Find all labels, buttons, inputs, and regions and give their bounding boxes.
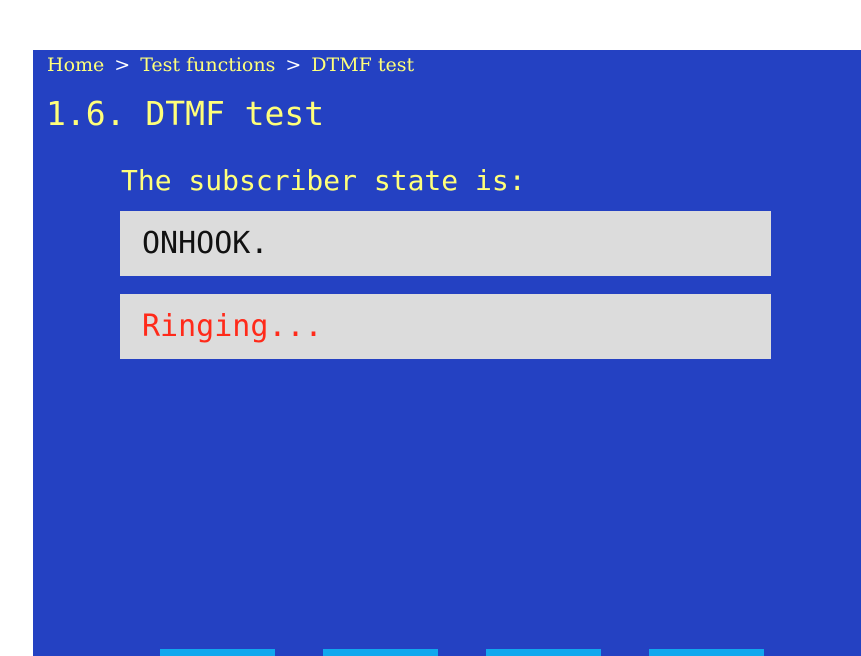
breadcrumb-home[interactable]: Home xyxy=(47,52,104,78)
call-status-field: Ringing... xyxy=(120,294,771,359)
breadcrumb-dtmf-test: DTMF test xyxy=(311,54,415,76)
breadcrumb-test-functions[interactable]: Test functions xyxy=(140,52,275,78)
subscriber-state-value: ONHOOK. xyxy=(142,226,269,261)
breadcrumb-separator-icon: > xyxy=(285,54,302,76)
subscriber-state-field: ONHOOK. xyxy=(120,211,771,276)
softkey-2-button[interactable] xyxy=(323,649,438,656)
breadcrumb-separator-icon: > xyxy=(114,54,131,76)
softkey-3-button[interactable] xyxy=(486,649,601,656)
test-screen: Home > Test functions > DTMF test 1.6. D… xyxy=(33,50,861,656)
softkey-4-button[interactable] xyxy=(649,649,764,656)
page-title: 1.6. DTMF test xyxy=(46,94,325,133)
softkey-1-button[interactable] xyxy=(160,649,275,656)
call-status-value: Ringing... xyxy=(142,309,323,344)
breadcrumb: Home > Test functions > DTMF test xyxy=(47,52,414,78)
subscriber-state-label: The subscriber state is: xyxy=(121,164,526,197)
